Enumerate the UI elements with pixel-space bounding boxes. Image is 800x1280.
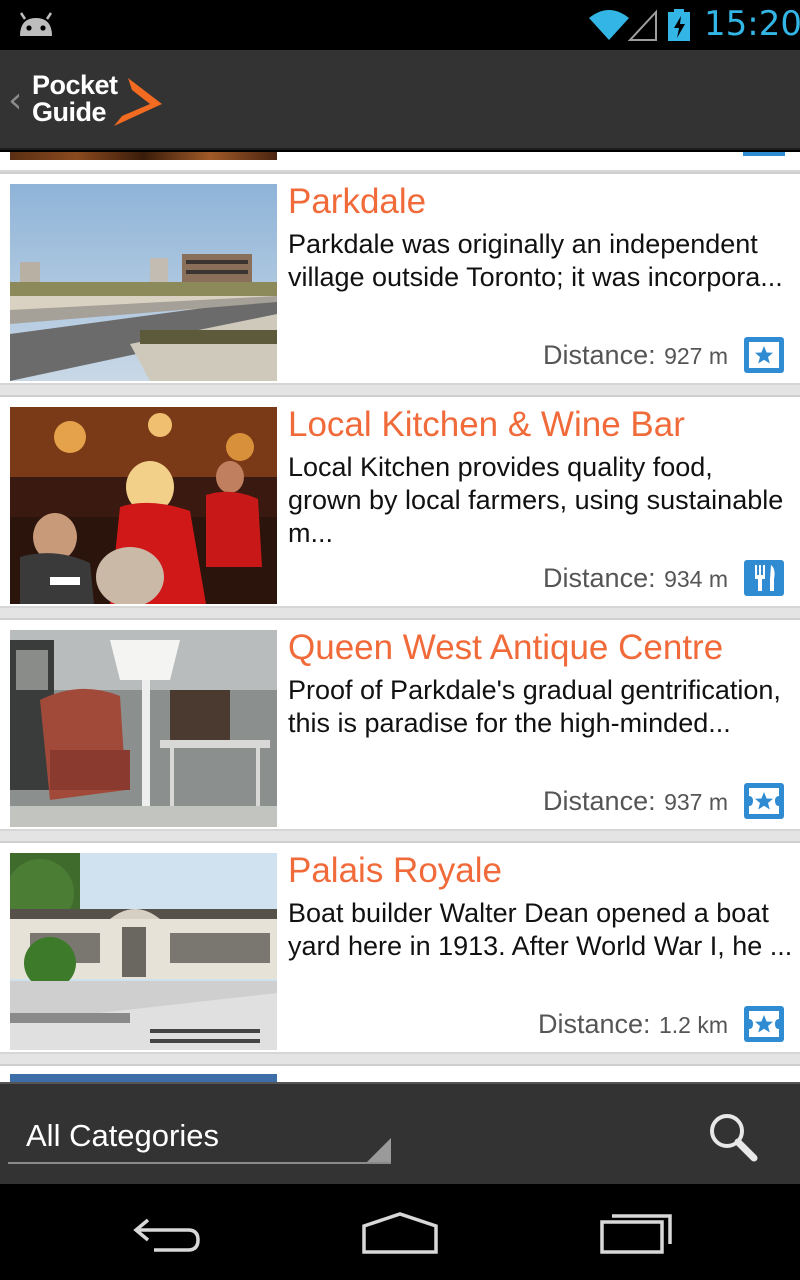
distance-value: 934 m xyxy=(664,566,728,592)
distance-label: Distance: xyxy=(543,340,656,370)
place-description: Proof of Parkdale's gradual gentrificati… xyxy=(288,675,781,738)
place-description: Local Kitchen provides quality food, gro… xyxy=(288,452,784,548)
place-title[interactable]: Palais Royale xyxy=(288,851,502,891)
restaurant-icon xyxy=(744,560,784,596)
place-photo xyxy=(10,630,277,827)
list-item[interactable]: Queen West Antique Centre Proof of Parkd… xyxy=(0,618,800,831)
distance-row: Distance: 927 m xyxy=(543,340,728,371)
bottom-toolbar: All Categories xyxy=(0,1082,800,1184)
system-nav-bar xyxy=(0,1184,800,1280)
place-title[interactable]: Parkdale xyxy=(288,182,426,222)
recent-apps-icon[interactable] xyxy=(596,1206,676,1258)
distance-label: Distance: xyxy=(543,786,656,816)
home-icon[interactable] xyxy=(360,1206,440,1258)
place-description: Parkdale was originally an independent v… xyxy=(288,229,783,292)
place-description: Boat builder Walter Dean opened a boat y… xyxy=(288,898,793,961)
thumbnail-partial xyxy=(10,1074,277,1082)
list-item-partial-top xyxy=(0,152,800,172)
wifi-icon xyxy=(589,10,629,40)
place-title[interactable]: Queen West Antique Centre xyxy=(288,628,723,668)
category-dropdown[interactable]: All Categories xyxy=(8,1108,391,1164)
distance-value: 927 m xyxy=(664,343,728,369)
action-bar: ‹ Pocket Guide xyxy=(0,50,800,150)
place-photo xyxy=(10,184,277,381)
sight-star-icon xyxy=(744,1006,784,1042)
distance-row: Distance: 934 m xyxy=(543,563,728,594)
sight-star-icon xyxy=(744,783,784,819)
android-debug-icon xyxy=(19,12,53,36)
distance-label: Distance: xyxy=(537,1009,651,1039)
sight-star-icon xyxy=(744,337,784,373)
list-item[interactable]: Palais Royale Boat builder Walter Dean o… xyxy=(0,841,800,1054)
list-item[interactable]: Parkdale Parkdale was originally an inde… xyxy=(0,172,800,385)
category-selected-label: All Categories xyxy=(26,1118,219,1153)
status-bar: 15:20 xyxy=(0,0,800,50)
place-photo xyxy=(10,407,277,604)
battery-charging-icon xyxy=(668,9,690,41)
signal-icon xyxy=(628,9,657,41)
app-logo[interactable]: Pocket Guide xyxy=(32,72,172,132)
thumbnail-partial xyxy=(10,152,277,160)
logo-arrow-icon xyxy=(114,78,162,126)
list-item-partial-bottom xyxy=(0,1064,800,1082)
list-item[interactable]: Local Kitchen & Wine Bar Local Kitchen p… xyxy=(0,395,800,608)
back-icon[interactable] xyxy=(128,1206,204,1258)
sight-star-icon xyxy=(743,152,785,156)
distance-label: Distance: xyxy=(543,563,656,593)
search-icon[interactable] xyxy=(706,1110,760,1164)
distance-value: 937 m xyxy=(664,789,728,815)
clock: 15:20 xyxy=(704,4,800,44)
distance-row: Distance: 1.2 km xyxy=(538,1009,728,1040)
chevron-left-icon[interactable]: ‹ xyxy=(8,80,22,121)
distance-value: 1.2 km xyxy=(658,1012,728,1038)
place-photo xyxy=(10,853,277,1050)
dropdown-triangle-icon xyxy=(367,1138,391,1162)
place-title[interactable]: Local Kitchen & Wine Bar xyxy=(288,405,685,445)
distance-row: Distance: 937 m xyxy=(543,786,728,817)
places-list[interactable]: Parkdale Parkdale was originally an inde… xyxy=(0,152,800,1082)
